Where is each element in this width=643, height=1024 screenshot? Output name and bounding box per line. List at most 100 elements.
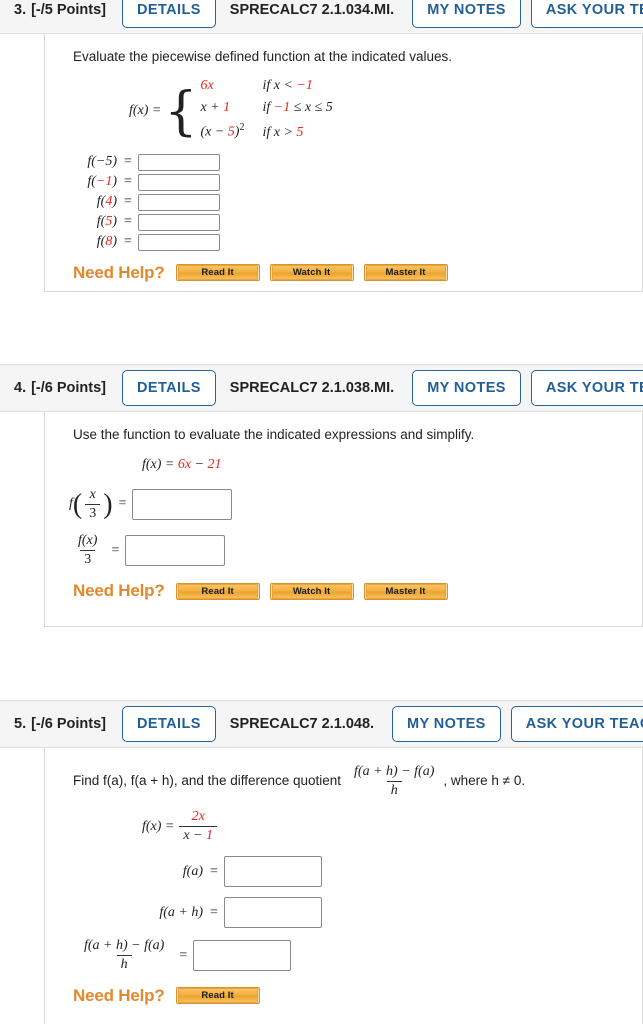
function-label: f(x) = [142, 456, 175, 472]
answer-row: f(−5) = [59, 153, 642, 171]
details-button[interactable]: DETAILS [122, 0, 216, 28]
problem-5-prompt: Find f(a), f(a + h), and the difference … [73, 764, 642, 799]
answer-row: f(a) = [145, 856, 642, 888]
piece-cond: if x < −1 [262, 77, 313, 93]
equals-sign: = [124, 194, 132, 210]
need-help-row: Need Help? Read It Watch It Master It [73, 581, 642, 601]
answer-row: f(5) = [59, 213, 642, 231]
problem-3-points: [-/5 Points] [31, 1, 107, 18]
difference-quotient: f(a + h) − f(a) h [354, 764, 435, 799]
answer-row: f(−1) = [59, 173, 642, 191]
answer-label-difference-quotient: f(a + h) − f(a) h [84, 938, 165, 973]
problem-3: 3. [-/5 Points] DETAILS SPRECALC7 2.1.03… [0, 0, 643, 292]
my-notes-button[interactable]: MY NOTES [412, 0, 521, 28]
answer-input-f-a[interactable] [223, 856, 322, 888]
equals-sign: = [210, 863, 218, 879]
answer-label-fa: f(a) [182, 863, 203, 879]
problem-5-header: 5. [-/6 Points] DETAILS SPRECALC7 2.1.04… [0, 700, 643, 748]
problem-4-header: 4. [-/6 Points] DETAILS SPRECALC7 2.1.03… [0, 364, 643, 412]
problem-3-body: Evaluate the piecewise defined function … [44, 34, 643, 292]
answer-input-difference-quotient[interactable] [193, 940, 292, 972]
problem-4-code: SPRECALC7 2.1.038.MI. [229, 380, 395, 396]
need-help-label: Need Help? [73, 262, 165, 282]
answer-input-f-5[interactable] [137, 213, 220, 231]
assignment-page: 3. [-/5 Points] DETAILS SPRECALC7 2.1.03… [0, 0, 643, 1024]
ask-your-teacher-button[interactable]: ASK YOUR TEACHER [510, 706, 643, 742]
read-it-button[interactable]: Read It [175, 264, 260, 282]
answer-input-f-neg5[interactable] [137, 153, 220, 171]
answer-row: f(x) 3 = [71, 533, 642, 568]
answer-label-f-of-x-over-3: f( x3 ) [69, 486, 113, 521]
need-help-row: Need Help? Read It [73, 986, 642, 1006]
answer-input-f-a-plus-h[interactable] [223, 897, 322, 929]
read-it-button[interactable]: Read It [175, 987, 260, 1005]
problem-4: 4. [-/6 Points] DETAILS SPRECALC7 2.1.03… [0, 364, 643, 627]
problem-4-prompt: Use the function to evaluate the indicat… [73, 427, 475, 442]
piece-expr: x + [200, 99, 224, 115]
problem-3-prompt: Evaluate the piecewise defined function … [73, 49, 453, 64]
answer-input-f-x-over-3[interactable] [132, 488, 233, 520]
function-numerator: 2x [191, 809, 205, 825]
piecewise-row: 6x if x < −1 [200, 78, 332, 100]
prompt-part-2: , where h ≠ 0. [443, 773, 526, 789]
ask-your-teacher-button[interactable]: ASK YOUR TEACHER [530, 370, 643, 406]
piece-expr: 6x [200, 77, 214, 93]
answer-input-f-8[interactable] [137, 233, 220, 251]
answer-label: f(−1) [87, 174, 117, 190]
equals-sign: = [124, 214, 132, 230]
piecewise-row: x + 1 if −1 ≤ x ≤ 5 [200, 99, 333, 115]
ask-your-teacher-button[interactable]: ASK YOUR TEACHER [530, 0, 643, 28]
problem-5-number: 5. [14, 716, 27, 732]
details-button[interactable]: DETAILS [122, 706, 216, 742]
problem-4-points: [-/6 Points] [31, 380, 107, 396]
problem-5: 5. [-/6 Points] DETAILS SPRECALC7 2.1.04… [0, 700, 643, 1024]
answer-input-f-4[interactable] [137, 193, 220, 211]
equals-sign: = [210, 904, 218, 920]
function-definition: f(x) = 2x x − 1 [142, 809, 642, 844]
problem-5-body: Find f(a), f(a + h), and the difference … [44, 748, 643, 1024]
piecewise-row: (x − 5)2 if x > 5 [200, 121, 304, 140]
problem-3-number: 3. [14, 1, 27, 18]
answer-row: f(4) = [59, 193, 642, 211]
master-it-button[interactable]: Master It [363, 264, 448, 282]
problem-5-points: [-/6 Points] [31, 716, 107, 732]
need-help-row: Need Help? Read It Watch It Master It [73, 263, 642, 283]
answer-label-fa-plus-h: f(a + h) [159, 904, 203, 920]
piece-expr: (x − [200, 124, 228, 140]
problem-4-number: 4. [14, 380, 27, 396]
function-label: f(x) = [142, 818, 175, 834]
function-const: 21 [207, 456, 222, 472]
watch-it-button[interactable]: Watch It [269, 264, 354, 282]
function-coef: 6 [177, 456, 185, 472]
answer-input-f-neg1[interactable] [137, 173, 220, 191]
need-help-label: Need Help? [73, 581, 165, 601]
piece-cond: if −1 ≤ x ≤ 5 [262, 99, 333, 115]
equals-sign: = [118, 496, 127, 512]
watch-it-button[interactable]: Watch It [269, 582, 354, 600]
read-it-button[interactable]: Read It [175, 582, 260, 600]
equals-sign: = [124, 174, 132, 190]
master-it-button[interactable]: Master It [363, 582, 448, 600]
function-denominator: x − 1 [179, 826, 218, 844]
details-button[interactable]: DETAILS [122, 370, 216, 406]
prompt-part-1: Find f(a), f(a + h), and the difference … [73, 773, 342, 789]
equals-sign: = [124, 234, 132, 250]
need-help-label: Need Help? [73, 985, 165, 1005]
answer-label: f(−5) [87, 154, 117, 170]
my-notes-button[interactable]: MY NOTES [392, 706, 501, 742]
answer-input-fx-over-3[interactable] [125, 535, 226, 567]
answer-row: f( x3 ) = [69, 487, 642, 522]
piece-cond: if x > 5 [262, 124, 304, 140]
equals-sign: = [111, 542, 120, 558]
answer-label: f(4) [96, 194, 117, 210]
answer-label: f(5) [96, 214, 117, 230]
answer-row: f(a + h) − f(a) h = [77, 938, 642, 973]
answer-row: f(a + h) = [145, 897, 642, 929]
equals-sign: = [124, 154, 132, 170]
answer-label-fx-over-3: f(x) 3 [78, 533, 98, 568]
problem-3-header: 3. [-/5 Points] DETAILS SPRECALC7 2.1.03… [0, 0, 643, 34]
problem-4-body: Use the function to evaluate the indicat… [44, 412, 643, 627]
my-notes-button[interactable]: MY NOTES [412, 370, 521, 406]
answer-label: f(8) [96, 234, 117, 250]
problem-3-code: SPRECALC7 2.1.034.MI. [229, 1, 395, 18]
